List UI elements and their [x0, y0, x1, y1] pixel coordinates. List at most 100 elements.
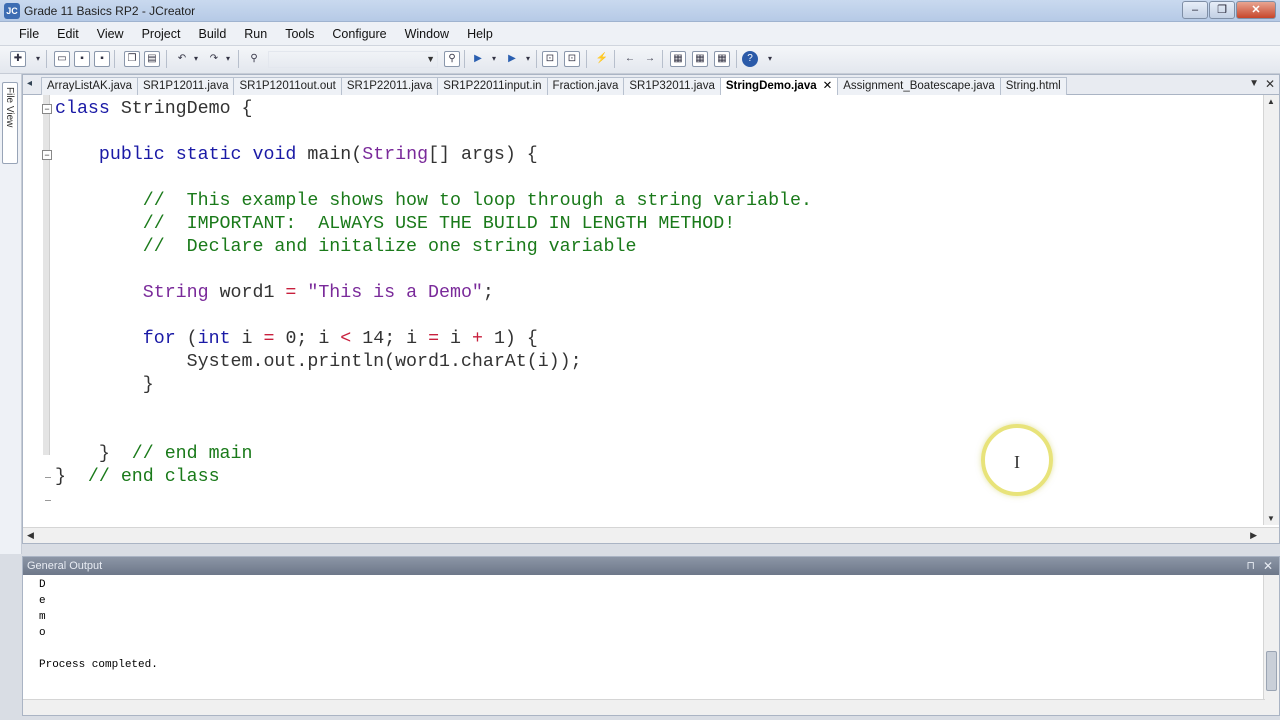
file-tab[interactable]: StringDemo.java ✕ — [719, 77, 839, 95]
fold-collapse-icon[interactable]: − — [42, 150, 52, 160]
file-tab-label: Fraction.java — [552, 80, 619, 92]
new-dropdown-icon[interactable]: ▾ — [30, 51, 46, 67]
close-button[interactable]: ✕ — [1236, 1, 1276, 19]
window-cascade-icon[interactable]: ▦ — [692, 51, 708, 67]
file-tab-label: ArrayListAK.java — [47, 80, 133, 92]
redo-dropdown-icon[interactable]: ▾ — [220, 51, 236, 67]
pin-icon[interactable]: ⊓ — [1246, 557, 1255, 575]
code-line[interactable]: // IMPORTANT: ALWAYS USE THE BUILD IN LE… — [55, 213, 812, 236]
menu-configure[interactable]: Configure — [323, 27, 395, 41]
window-title: Grade 11 Basics RP2 - JCreator — [24, 4, 196, 18]
open-folder-icon[interactable]: ▭ — [54, 51, 70, 67]
save-icon[interactable]: ▪ — [74, 51, 90, 67]
menu-tools[interactable]: Tools — [276, 27, 323, 41]
code-line[interactable]: } // end class — [55, 466, 812, 489]
fold-collapse-icon[interactable]: − — [42, 104, 52, 114]
file-view-tab[interactable]: File View — [2, 82, 18, 164]
menu-window[interactable]: Window — [396, 27, 458, 41]
code-line[interactable] — [55, 167, 812, 190]
new-file-icon[interactable]: ✚ — [10, 51, 26, 67]
menu-run[interactable]: Run — [235, 27, 276, 41]
scroll-left-icon[interactable]: ◀ — [27, 530, 34, 541]
tab-close-icon[interactable]: ✕ — [823, 80, 833, 92]
file-tab[interactable]: SR1P22011input.in — [437, 77, 548, 95]
menu-file[interactable]: File — [10, 27, 48, 41]
back-arrow-icon[interactable]: ← — [622, 51, 638, 67]
code-line[interactable] — [55, 397, 812, 420]
side-panel: File View — [0, 74, 22, 554]
file-tab[interactable]: SR1P12011out.out — [233, 77, 342, 95]
tab-list-dropdown-icon[interactable]: ▼ — [1249, 78, 1259, 89]
code-line[interactable]: class StringDemo { — [55, 98, 812, 121]
main-toolbar: ✚ ▾ ▭ ▪ ▪ ❐ ▤ ↶ ▾ ↷ ▾ ⚲ ▼ ⚲ ▶ ▾ ▶ ▾ ⊡ ⊡ … — [0, 46, 1280, 74]
fold-end-marker — [45, 500, 51, 501]
code-editor[interactable]: class StringDemo { public static void ma… — [55, 98, 812, 489]
forward-arrow-icon[interactable]: → — [642, 51, 658, 67]
menu-edit[interactable]: Edit — [48, 27, 88, 41]
code-line[interactable]: // Declare and initalize one string vari… — [55, 236, 812, 259]
run-dropdown-icon[interactable]: ▾ — [486, 51, 502, 67]
file-tab[interactable]: Assignment_Boatescape.java — [837, 77, 1001, 95]
build-file-icon[interactable]: ⊡ — [542, 51, 558, 67]
file-tab[interactable]: Fraction.java — [546, 77, 625, 95]
window-tile-icon[interactable]: ▦ — [670, 51, 686, 67]
save-all-icon[interactable]: ▪ — [94, 51, 110, 67]
output-line: D — [39, 579, 46, 591]
tab-close-all-icon[interactable]: ✕ — [1265, 77, 1275, 91]
code-line[interactable] — [55, 305, 812, 328]
window-close-icon[interactable]: ▦ — [714, 51, 730, 67]
file-tab[interactable]: SR1P22011.java — [340, 77, 439, 95]
output-scroll-thumb[interactable] — [1266, 651, 1277, 691]
undo-dropdown-icon[interactable]: ▾ — [188, 51, 204, 67]
output-vertical-scrollbar[interactable] — [1263, 575, 1279, 715]
code-line[interactable]: public static void main(String[] args) { — [55, 144, 812, 167]
editor-vertical-scrollbar[interactable]: ▲ ▼ — [1263, 95, 1279, 525]
file-tab[interactable]: String.html — [999, 77, 1067, 95]
code-line[interactable]: String word1 = "This is a Demo"; — [55, 282, 812, 305]
file-tab-label: Assignment_Boatescape.java — [843, 80, 995, 92]
output-horizontal-scrollbar[interactable] — [23, 699, 1265, 715]
toolbar-overflow-icon[interactable]: ▾ — [762, 51, 778, 67]
output-panel: General Output ⊓ ✕ Demo Process complete… — [22, 556, 1280, 716]
find-in-files-icon[interactable]: ⚲ — [444, 51, 460, 67]
maximize-button[interactable]: ❐ — [1209, 1, 1235, 19]
run-project-dropdown-icon[interactable]: ▾ — [520, 51, 536, 67]
output-close-icon[interactable]: ✕ — [1263, 557, 1273, 575]
menu-build[interactable]: Build — [189, 27, 235, 41]
menu-project[interactable]: Project — [133, 27, 190, 41]
code-line[interactable] — [55, 121, 812, 144]
editor-horizontal-scrollbar[interactable]: ◀ ▶ — [23, 527, 1279, 543]
code-line[interactable] — [55, 259, 812, 282]
build-project-icon[interactable]: ⊡ — [564, 51, 580, 67]
file-tab[interactable]: SR1P12011.java — [137, 77, 235, 95]
fold-end-marker — [45, 477, 51, 478]
text-cursor-icon: I — [1014, 452, 1020, 472]
file-tab-label: SR1P12011out.out — [239, 80, 336, 92]
run-icon[interactable]: ▶ — [470, 51, 486, 67]
find-binoculars-icon[interactable]: ⚲ — [246, 51, 262, 67]
file-tab[interactable]: ArrayListAK.java — [41, 77, 139, 95]
file-tab[interactable]: SR1P32011.java — [623, 77, 721, 95]
run-project-icon[interactable]: ▶ — [504, 51, 520, 67]
tab-list-left-icon[interactable]: ◂ — [27, 78, 41, 92]
code-line[interactable]: } — [55, 374, 812, 397]
copy-icon[interactable]: ❐ — [124, 51, 140, 67]
scroll-up-icon[interactable]: ▲ — [1267, 97, 1275, 106]
code-line[interactable]: for (int i = 0; i < 14; i = i + 1) { — [55, 328, 812, 351]
code-line[interactable]: // This example shows how to loop throug… — [55, 190, 812, 213]
menu-help[interactable]: Help — [458, 27, 502, 41]
menu-view[interactable]: View — [88, 27, 133, 41]
scroll-right-icon[interactable]: ▶ — [1250, 530, 1257, 541]
file-tab-strip: ◂ ArrayListAK.java SR1P12011.java SR1P1201… — [23, 75, 1279, 95]
paste-icon[interactable]: ▤ — [144, 51, 160, 67]
help-icon[interactable]: ? — [742, 51, 758, 67]
debug-icon[interactable]: ⚡ — [594, 51, 610, 67]
minimize-button[interactable]: – — [1182, 1, 1208, 19]
scroll-down-icon[interactable]: ▼ — [1267, 514, 1275, 523]
search-combo[interactable]: ▼ — [268, 51, 438, 68]
code-gutter: − − — [23, 95, 52, 525]
status-bar — [0, 716, 1280, 720]
code-line[interactable] — [55, 420, 812, 443]
code-line[interactable]: System.out.println(word1.charAt(i)); — [55, 351, 812, 374]
code-line[interactable]: } // end main — [55, 443, 812, 466]
